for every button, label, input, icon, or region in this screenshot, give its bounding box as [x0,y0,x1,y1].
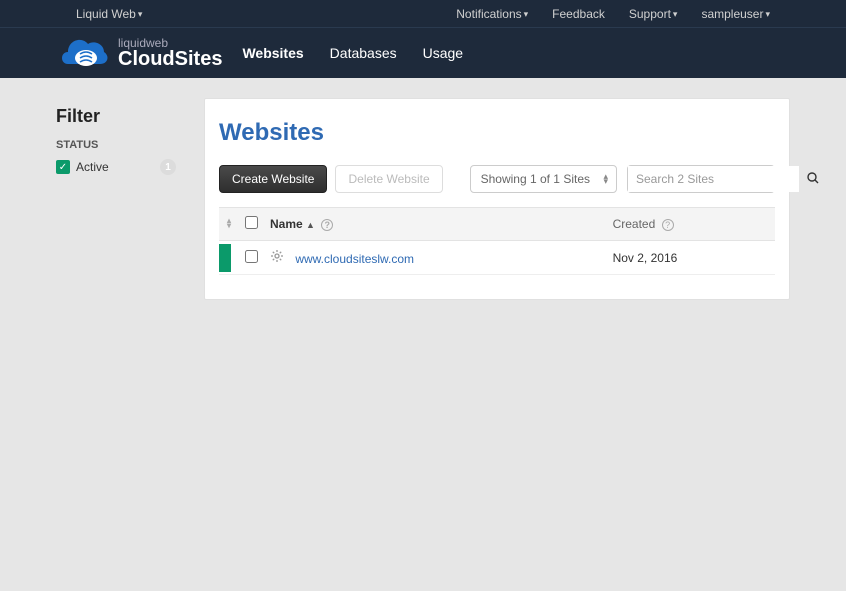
sort-icon: ▴▾ [227,218,231,228]
site-link[interactable]: www.cloudsiteslw.com [295,252,414,266]
column-name-label: Name [270,217,303,231]
brand-label: Liquid Web [76,7,136,21]
status-indicator [219,244,231,272]
chevron-down-icon: ▾ [524,9,529,19]
chevron-down-icon: ▾ [138,9,143,19]
status-section-label: STATUS [56,139,176,151]
chevron-down-icon: ▾ [673,9,678,19]
logo[interactable]: liquidweb CloudSites [56,34,222,72]
cloud-icon [56,34,112,72]
filter-heading: Filter [56,106,176,127]
nav-databases[interactable]: Databases [330,45,397,61]
support-label: Support [629,7,671,21]
active-label: Active [76,160,109,174]
filter-status-active[interactable]: ✓ Active 1 [56,159,176,175]
support-link[interactable]: Support▾ [629,7,678,21]
sort-toggle[interactable]: ▴▾ [219,208,239,241]
page-title: Websites [219,119,775,147]
create-website-button[interactable]: Create Website [219,165,327,193]
table-row: www.cloudsiteslw.com Nov 2, 2016 [219,241,775,275]
active-count-badge: 1 [160,159,176,175]
user-menu[interactable]: sampleuser▾ [701,7,770,21]
search-input[interactable] [628,166,799,192]
help-icon[interactable]: ? [662,219,674,231]
row-checkbox[interactable] [245,250,258,263]
column-created-label: Created [613,217,656,231]
notifications-link[interactable]: Notifications▾ [456,7,528,21]
sort-asc-icon: ▲ [306,220,315,230]
column-created[interactable]: Created ? [607,208,775,241]
user-label: sampleuser [701,7,763,21]
created-cell: Nov 2, 2016 [607,241,775,275]
notifications-label: Notifications [456,7,521,21]
column-name[interactable]: Name ▲ ? [264,208,607,241]
delete-website-button: Delete Website [335,165,442,193]
check-icon: ✓ [56,160,70,174]
brand-dropdown[interactable]: Liquid Web▾ [76,7,142,21]
chevron-down-icon: ▾ [765,9,770,19]
showing-text: Showing 1 of 1 Sites [481,172,590,186]
logo-line2: CloudSites [118,49,222,69]
showing-select[interactable]: Showing 1 of 1 Sites ▴▾ [470,165,617,193]
select-all-checkbox[interactable] [245,216,258,229]
select-stepper-icon: ▴▾ [603,174,608,184]
help-icon[interactable]: ? [321,219,333,231]
nav-websites[interactable]: Websites [242,45,303,61]
nav-usage[interactable]: Usage [423,45,463,61]
gear-icon[interactable] [270,252,287,266]
search-icon[interactable] [799,172,827,187]
feedback-link[interactable]: Feedback [552,7,605,21]
